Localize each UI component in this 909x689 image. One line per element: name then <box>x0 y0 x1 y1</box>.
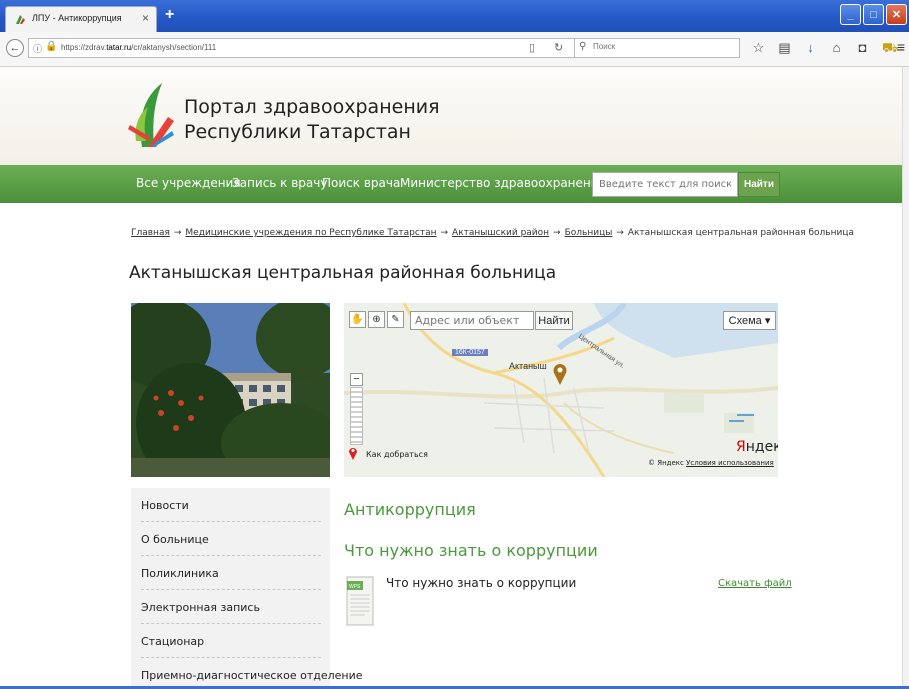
document-title: Что нужно знать о коррупции <box>386 576 577 590</box>
reload-icon[interactable]: ↻ <box>554 41 563 54</box>
map-layer-dropdown[interactable]: Схема ▾ <box>723 311 776 330</box>
pocket-icon[interactable]: ◘ <box>856 40 869 58</box>
breadcrumb-home[interactable]: Главная <box>131 228 170 238</box>
nav-all-institutions[interactable]: Все учреждения <box>136 176 241 190</box>
zoom-out-button[interactable]: − <box>350 373 363 386</box>
breadcrumb-current: Актанышская центральная районная больниц… <box>627 228 854 238</box>
url-text[interactable]: https://zdrav.tatar.ru/cr/aktanysh/secti… <box>61 43 216 52</box>
magnifier-tool-icon[interactable]: ⊕ <box>368 311 385 328</box>
zoom-slider[interactable] <box>350 387 363 445</box>
hospital-photo <box>131 303 330 477</box>
ruler-tool-icon[interactable]: ✎ <box>387 311 404 328</box>
browser-search-box[interactable]: ⚲ <box>574 38 740 58</box>
new-tab-button[interactable]: + <box>165 6 174 24</box>
page-title: Актанышская центральная районная больниц… <box>129 263 557 283</box>
search-icon: ⚲ <box>579 41 587 52</box>
hand-tool-icon[interactable]: ✋ <box>349 311 366 328</box>
lock-icon[interactable]: 🔒 <box>45 41 57 52</box>
sidebar-item-admission[interactable]: Приемно-диагностическое отделение <box>141 658 363 689</box>
breadcrumb-separator: → <box>616 228 624 238</box>
info-icon[interactable]: ⓘ <box>33 42 42 55</box>
main-navigation: Все учреждения Запись к врачу Поиск врач… <box>0 165 909 203</box>
map-find-button[interactable]: Найти <box>535 311 573 330</box>
scrollbar[interactable] <box>902 67 909 689</box>
map-search-input[interactable] <box>410 311 534 330</box>
back-arrow-icon[interactable]: ← <box>6 39 24 57</box>
address-bar[interactable]: ⓘ 🔒 https://zdrav.tatar.ru/cr/aktanysh/s… <box>28 38 578 58</box>
page-viewport: Портал здравоохранения Республики Татарс… <box>0 67 909 689</box>
portal-logo-icon[interactable] <box>128 81 176 149</box>
subsection-title: Что нужно знать о коррупции <box>344 541 598 560</box>
cart-icon[interactable]: ⛟ <box>882 40 898 58</box>
nav-doctor-search[interactable]: Поиск врача <box>322 176 400 190</box>
maximize-icon[interactable]: □ <box>863 4 884 25</box>
window-title-bar: ЛПУ - Антикоррупция × + _ □ ✕ <box>0 0 909 32</box>
sidebar-item-hospital[interactable]: Стационар <box>141 624 321 658</box>
sidebar-item-polyclinic[interactable]: Поликлиника <box>141 556 321 590</box>
breadcrumb-hospitals[interactable]: Больницы <box>565 228 613 238</box>
map-toolbar: ✋ ⊕ ✎ <box>349 311 404 328</box>
window-controls: _ □ ✕ <box>840 4 907 25</box>
sidebar-item-about[interactable]: О больнице <box>141 522 321 556</box>
sidebar: Новости О больнице Поликлиника Электронн… <box>131 488 363 689</box>
yandex-map[interactable]: ✋ ⊕ ✎ Найти Схема ▾ 16К-0157 Актаныш Цен… <box>344 303 778 477</box>
road-label: 16К-0157 <box>452 349 488 356</box>
breadcrumb-separator: → <box>173 228 182 238</box>
site-search-input[interactable] <box>592 172 738 197</box>
browser-search-input[interactable] <box>591 41 735 52</box>
site-favicon-icon <box>16 15 25 24</box>
menu-icon[interactable]: ≡ <box>897 39 905 55</box>
window-close-icon[interactable]: ✕ <box>886 4 907 25</box>
site-search-button[interactable]: Найти <box>738 172 780 197</box>
map-copyright: © Яндекс Условия использования <box>648 459 774 467</box>
route-pin-icon <box>349 448 357 460</box>
yandex-logo: Яндекс <box>736 439 778 455</box>
minimize-icon[interactable]: _ <box>840 4 861 25</box>
map-terms-link[interactable]: Условия использования <box>686 459 774 467</box>
tab-title: ЛПУ - Антикоррупция <box>32 13 122 23</box>
city-label: Актаныш <box>509 361 547 371</box>
browser-toolbar: ← ⓘ 🔒 https://zdrav.tatar.ru/cr/aktanysh… <box>0 32 909 67</box>
breadcrumb-district[interactable]: Актанышский район <box>452 228 549 238</box>
sidebar-item-news[interactable]: Новости <box>141 488 321 522</box>
directions-link[interactable]: Как добраться <box>366 450 428 459</box>
home-icon[interactable]: ⌂ <box>830 40 843 58</box>
portal-title: Портал здравоохранения Республики Татарс… <box>184 96 440 143</box>
location-pin-icon[interactable] <box>553 363 567 385</box>
document-icon[interactable]: WPS <box>345 575 375 627</box>
star-icon[interactable]: ☆ <box>752 40 765 58</box>
document-badge: WPS <box>349 584 361 590</box>
browser-tab[interactable]: ЛПУ - Антикоррупция × <box>5 6 157 32</box>
clipboard-icon[interactable]: ▤ <box>778 40 791 58</box>
breadcrumb-separator: → <box>553 228 561 238</box>
breadcrumb-medical-institutions[interactable]: Медицинские учреждения по Республике Тат… <box>185 228 436 238</box>
breadcrumb-separator: → <box>440 228 449 238</box>
nav-doctor-appointment[interactable]: Запись к врачу <box>232 176 327 190</box>
download-icon[interactable]: ↓ <box>804 40 817 58</box>
nav-health-ministry[interactable]: Министерство здравоохранения РТ <box>400 176 624 190</box>
tab-close-icon[interactable]: × <box>142 11 149 25</box>
section-title: Антикоррупция <box>344 500 476 519</box>
breadcrumb: Главная → Медицинские учреждения по Респуб… <box>131 228 854 238</box>
sidebar-item-e-registration[interactable]: Электронная запись <box>141 590 321 624</box>
download-file-link[interactable]: Скачать файл <box>718 578 792 589</box>
toolbar-icons: ☆ ▤ ↓ ⌂ ◘ ⛟ <box>752 40 899 58</box>
reader-view-icon[interactable]: ▯ <box>529 41 535 54</box>
